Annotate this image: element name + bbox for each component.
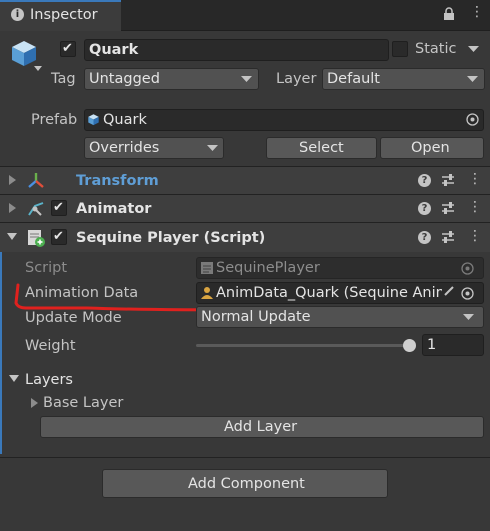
prefab-label: Prefab [31,112,78,128]
weight-slider-track[interactable] [196,344,410,347]
sequine-title: Sequine Player (Script) [76,230,266,246]
check-icon: ✔ [53,200,64,215]
script-picker-icon [461,262,474,275]
layer-value: Default [327,71,380,87]
animator-header[interactable] [0,195,490,222]
weight-label: Weight [25,338,76,354]
gameobject-cube-icon [12,41,36,66]
animator-icon [28,202,44,216]
info-icon: i [11,8,24,21]
base-layer-foldout-icon[interactable] [31,398,38,408]
check-icon: ✔ [62,41,73,56]
static-checkbox[interactable] [392,41,408,57]
script-value: SequinePlayer [216,260,320,276]
component-menu-icon[interactable]: ⋮ [468,200,482,214]
prefab-icon [88,114,99,126]
transform-icon [28,173,44,188]
open-label: Open [411,140,450,156]
help-icon[interactable]: ? [418,202,431,215]
presets-icon[interactable] [441,173,455,187]
foldout-collapsed-icon[interactable] [9,175,16,185]
select-label: Select [299,140,344,156]
check-icon: ✔ [53,229,64,244]
update-mode-value: Normal Update [201,309,311,325]
prefab-value: Quark [103,112,147,128]
add-component-label: Add Component [188,476,305,492]
foldout-expanded-icon[interactable] [7,233,17,240]
component-accent-bar [0,252,2,454]
animator-title: Animator [76,201,152,217]
transform-header[interactable] [0,167,490,194]
layer-chevron-icon [467,76,478,82]
layer-label: Layer [276,71,317,87]
script-icon [28,230,45,247]
static-label: Static [415,41,457,57]
presets-icon[interactable] [441,201,455,215]
update-mode-chevron-icon [463,314,474,320]
tag-label: Tag [51,71,76,87]
base-layer-label: Base Layer [43,395,124,411]
tag-value: Untagged [89,71,160,87]
cs-script-icon [201,262,213,274]
help-icon[interactable]: ? [418,174,431,187]
lock-icon[interactable] [443,7,455,21]
transform-title: Transform [76,173,159,189]
component-menu-icon[interactable]: ⋮ [468,172,482,186]
add-layer-label: Add Layer [224,419,298,435]
name-value: Quark [89,42,139,58]
static-dropdown-icon[interactable] [468,46,479,53]
component-menu-icon[interactable]: ⋮ [468,229,482,243]
divider [0,457,490,458]
icon-dropdown-arrow-icon[interactable] [34,66,42,72]
more-options-icon[interactable]: ⋮ [470,5,484,19]
layers-label: Layers [25,372,73,388]
tag-chevron-icon [241,76,252,82]
overrides-chevron-icon [207,145,218,151]
weight-value: 1 [427,337,437,353]
weight-slider-thumb[interactable] [403,339,416,352]
edit-pencil-icon[interactable] [443,285,455,297]
presets-icon[interactable] [441,230,455,244]
overrides-label: Overrides [89,140,160,156]
script-label: Script [25,260,68,276]
help-icon[interactable]: ? [418,231,431,244]
object-picker-icon[interactable] [466,113,479,126]
tab-title: Inspector [30,7,98,23]
foldout-collapsed-icon[interactable] [9,203,16,213]
layers-foldout-icon[interactable] [9,375,19,382]
animdata-picker-icon[interactable] [461,287,474,300]
update-mode-label: Update Mode [25,310,122,326]
